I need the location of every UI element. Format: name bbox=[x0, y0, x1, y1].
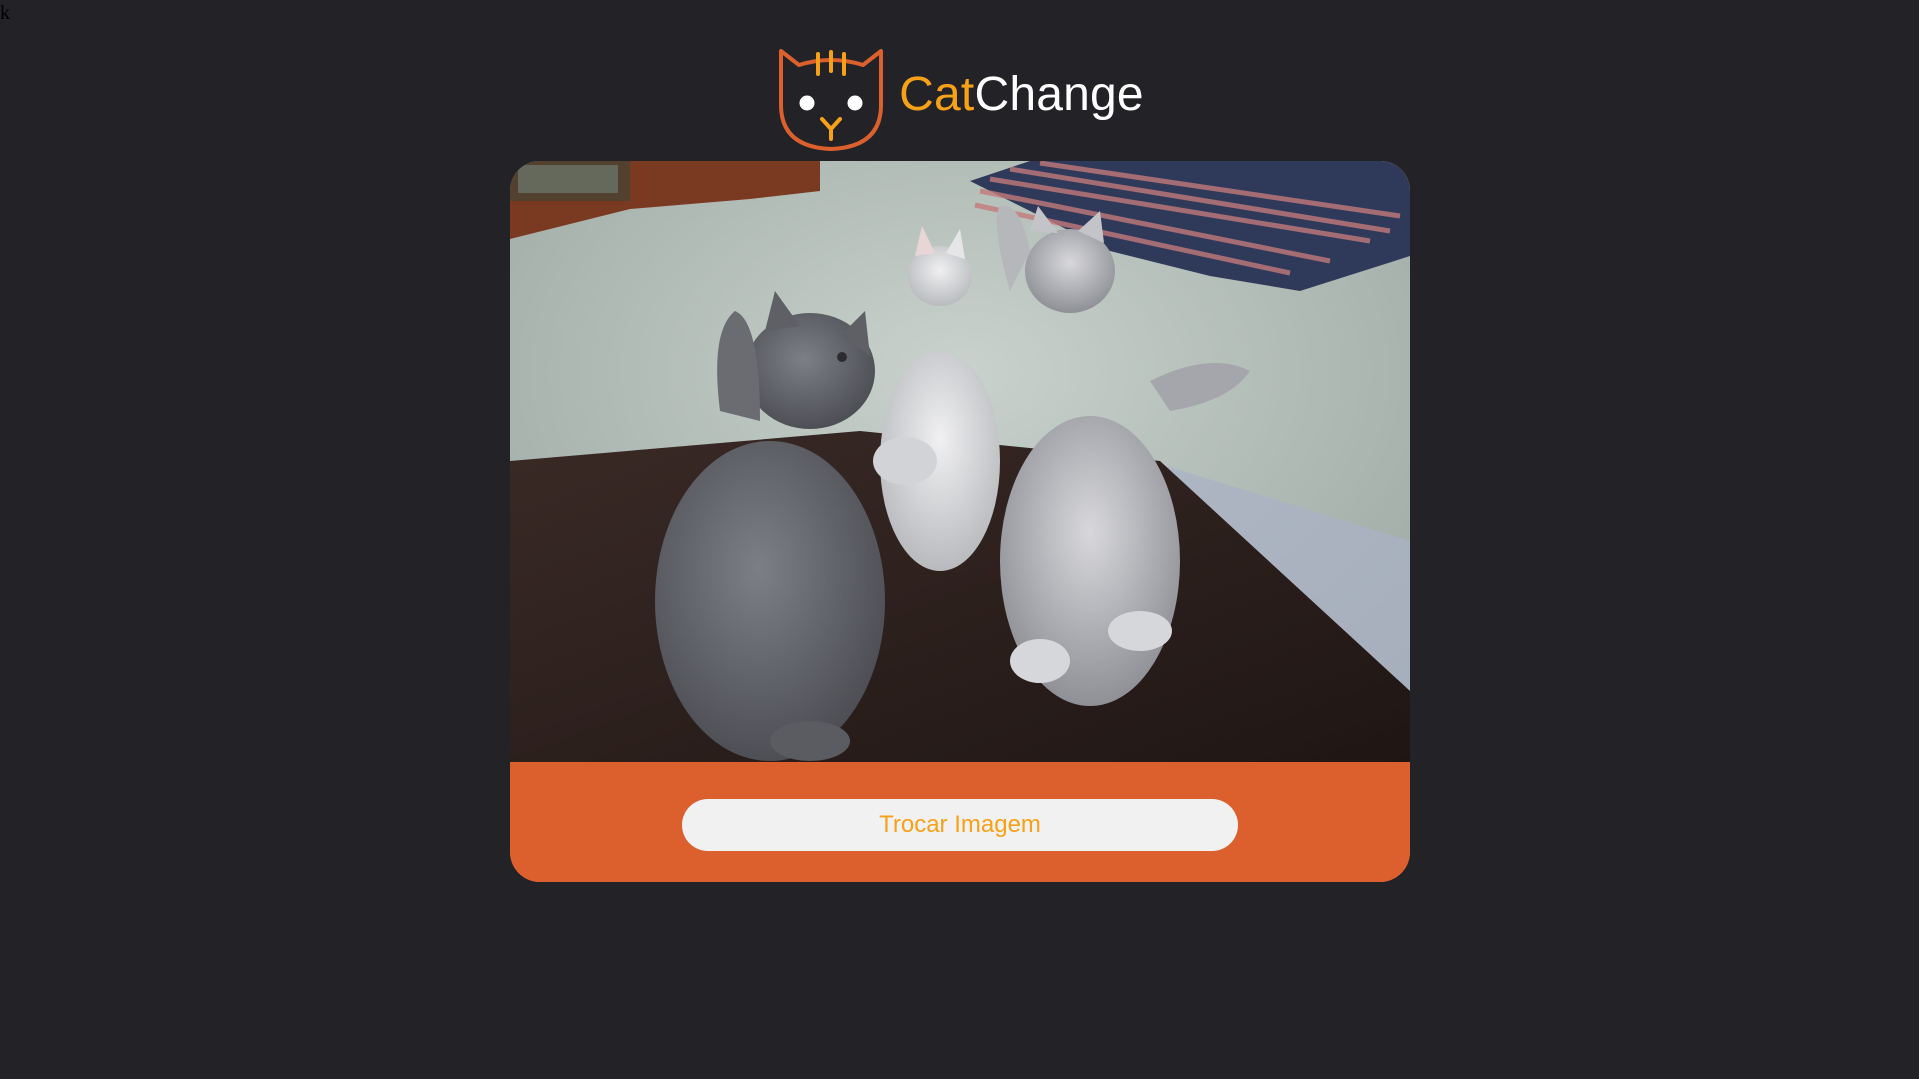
app-header: CatChange bbox=[0, 44, 1919, 154]
swap-image-button[interactable]: Trocar Imagem bbox=[682, 799, 1238, 851]
brand-name-change: Change bbox=[974, 68, 1144, 121]
image-card: Trocar Imagem bbox=[510, 161, 1410, 882]
card-footer: Trocar Imagem bbox=[510, 762, 1410, 882]
stray-text: k bbox=[0, 2, 10, 24]
brand-name-cat: Cat bbox=[899, 68, 975, 121]
kittens-photo bbox=[510, 161, 1410, 762]
brand-name: CatChange bbox=[899, 71, 1144, 119]
cat-face-icon bbox=[775, 45, 887, 153]
